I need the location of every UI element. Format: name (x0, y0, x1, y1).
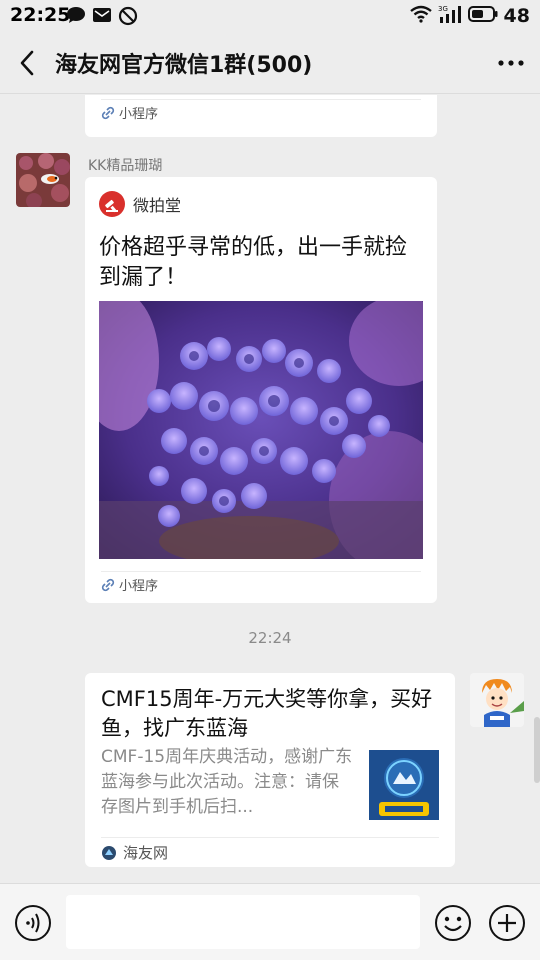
more-actions-button[interactable] (488, 904, 526, 942)
link-source-name: 海友网 (123, 844, 169, 862)
link-title: CMF15周年-万元大奖等你拿，买好鱼，找广东蓝海 (101, 687, 433, 740)
link-card[interactable]: CMF15周年-万元大奖等你拿，买好鱼，找广东蓝海 CMF-15周年庆典活动，感… (85, 673, 455, 867)
link-thumbnail (369, 750, 439, 820)
signal-icon: 3G (438, 4, 462, 28)
plus-icon (489, 905, 525, 941)
chat-title: 海友网官方微信1群(500) (55, 53, 313, 78)
mini-program-label: 小程序 (119, 107, 159, 122)
weipaitang-logo-icon (99, 191, 125, 217)
mini-program-footer: 小程序 (101, 571, 421, 597)
battery-level: 48 (503, 5, 530, 27)
scrollbar[interactable] (534, 717, 540, 783)
emoji-icon (435, 905, 471, 941)
link-icon (101, 106, 115, 119)
network-label: 3G (438, 5, 448, 13)
input-bar (0, 883, 540, 960)
no-disturb-icon (118, 6, 138, 30)
mini-program-source: 微拍堂 (99, 191, 181, 217)
mini-program-source-name: 微拍堂 (133, 196, 182, 215)
status-bar: 22:25 3G 48 (0, 0, 540, 32)
link-icon (101, 578, 115, 591)
mini-program-footer: 小程序 (101, 99, 421, 125)
battery-icon (467, 5, 498, 27)
more-button[interactable] (496, 48, 526, 78)
avatar-self[interactable] (470, 673, 524, 727)
coral-image (99, 301, 423, 559)
haiyou-logo-icon (102, 845, 116, 860)
voice-button[interactable] (14, 904, 52, 942)
message-input[interactable] (66, 895, 420, 949)
link-source: 海友网 (101, 837, 439, 867)
chevron-left-icon (20, 50, 34, 76)
mail-icon (92, 6, 112, 30)
status-time: 22:25 (10, 4, 71, 26)
message-timestamp: 22:24 (248, 629, 292, 647)
emoji-button[interactable] (434, 904, 472, 942)
mini-program-title: 价格超乎寻常的低，出一手就捡到漏了！ (99, 235, 408, 290)
mini-program-card[interactable]: 微拍堂 价格超乎寻常的低，出一手就捡到漏了！ 小程序 (85, 177, 437, 603)
mini-program-card-partial[interactable]: 小程序 (85, 95, 437, 137)
sender-name: KK精品珊瑚 (88, 158, 163, 174)
more-dots-icon (498, 60, 524, 66)
back-button[interactable] (14, 49, 42, 77)
message-bubble-icon (66, 6, 86, 30)
wifi-icon (409, 5, 432, 27)
voice-icon (15, 905, 51, 941)
mini-program-label: 小程序 (119, 579, 159, 594)
message-list[interactable]: 小程序 KK精品珊瑚 微拍堂 价格超乎寻常的低，出一手就捡到漏了！ 小程序 22… (0, 95, 540, 883)
avatar[interactable] (16, 153, 70, 207)
link-description: CMF-15周年庆典活动，感谢广东蓝海参与此次活动。注意：请保存图片到手机后扫.… (101, 747, 353, 817)
chat-header: 海友网官方微信1群(500) (0, 32, 540, 94)
